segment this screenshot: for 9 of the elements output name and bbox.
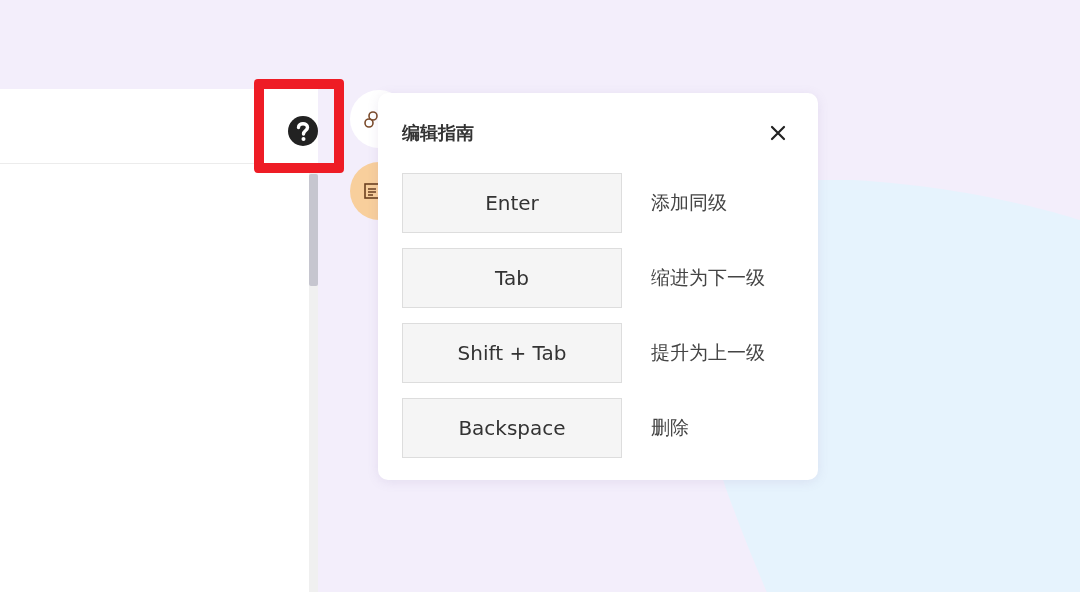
key-label: Shift + Tab <box>402 323 622 383</box>
key-label: Tab <box>402 248 622 308</box>
key-label: Backspace <box>402 398 622 458</box>
shortcut-description: 删除 <box>651 415 689 440</box>
shortcut-description: 提升为上一级 <box>651 340 765 365</box>
key-label: Enter <box>402 173 622 233</box>
shortcut-description: 缩进为下一级 <box>651 265 765 290</box>
popover-title: 编辑指南 <box>402 121 474 145</box>
shortcut-description: 添加同级 <box>651 190 727 215</box>
